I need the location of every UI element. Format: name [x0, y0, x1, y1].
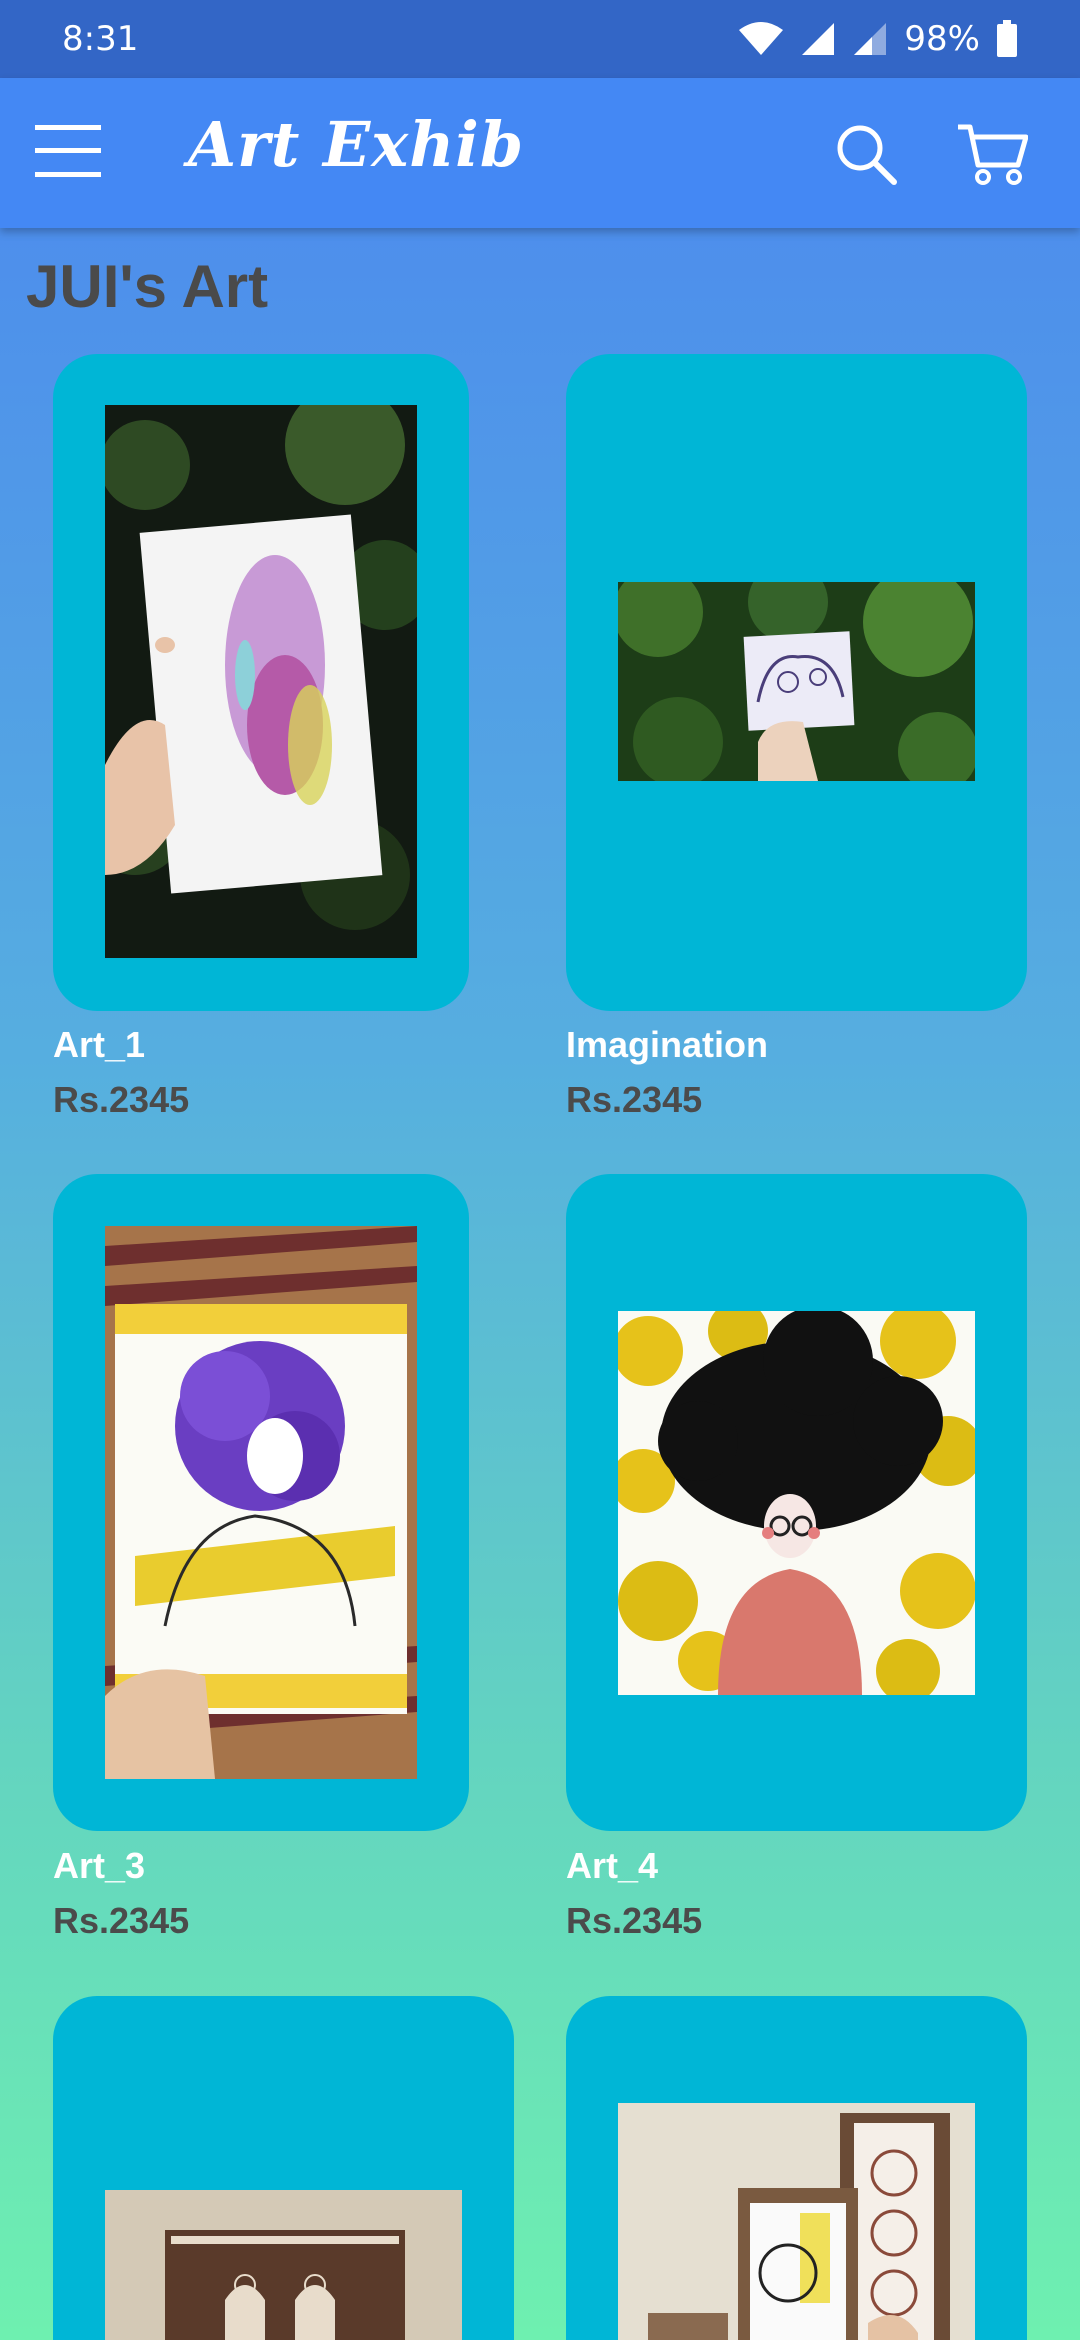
- product-name: Imagination: [566, 1024, 769, 1065]
- menu-button[interactable]: [28, 116, 108, 190]
- app-bar: Art Exhib: [0, 78, 1080, 228]
- product-price: Rs.2345: [566, 1079, 703, 1120]
- battery-icon: [996, 20, 1018, 58]
- product-image: [618, 2103, 975, 2340]
- product-card[interactable]: [566, 1996, 1027, 2340]
- product-card[interactable]: [53, 1174, 469, 1831]
- signal-icon: [800, 21, 836, 57]
- product-image: [105, 2190, 462, 2340]
- product-card[interactable]: [566, 354, 1027, 1011]
- wifi-icon: [738, 21, 784, 57]
- status-bar: 8:31 98%: [0, 0, 1080, 78]
- cart-icon: [956, 121, 1029, 192]
- product-image: [618, 1311, 975, 1695]
- product-price: Rs.2345: [566, 1900, 703, 1941]
- product-image: [618, 582, 975, 781]
- signal-icon: [852, 21, 888, 57]
- product-card[interactable]: [53, 354, 469, 1011]
- product-card[interactable]: [566, 1174, 1027, 1831]
- product-card[interactable]: [53, 1996, 514, 2340]
- screen: 8:31 98% Art Exhib JUI's Art Art_1 Rs.23…: [0, 0, 1080, 2340]
- search-icon: [834, 122, 898, 191]
- status-time: 8:31: [62, 19, 139, 59]
- search-button[interactable]: [826, 116, 906, 196]
- product-name: Art_4: [566, 1845, 659, 1886]
- cart-button[interactable]: [948, 116, 1036, 196]
- menu-icon: [33, 123, 103, 184]
- app-title: Art Exhib: [188, 108, 525, 181]
- product-price: Rs.2345: [53, 1079, 190, 1120]
- status-icons: 98%: [738, 19, 1018, 59]
- product-image: [105, 405, 417, 958]
- product-name: Art_1: [53, 1024, 146, 1065]
- product-price: Rs.2345: [53, 1900, 190, 1941]
- battery-percent: 98%: [904, 19, 980, 59]
- section-title: JUI's Art: [26, 253, 269, 320]
- product-name: Art_3: [53, 1845, 146, 1886]
- product-image: [105, 1226, 417, 1779]
